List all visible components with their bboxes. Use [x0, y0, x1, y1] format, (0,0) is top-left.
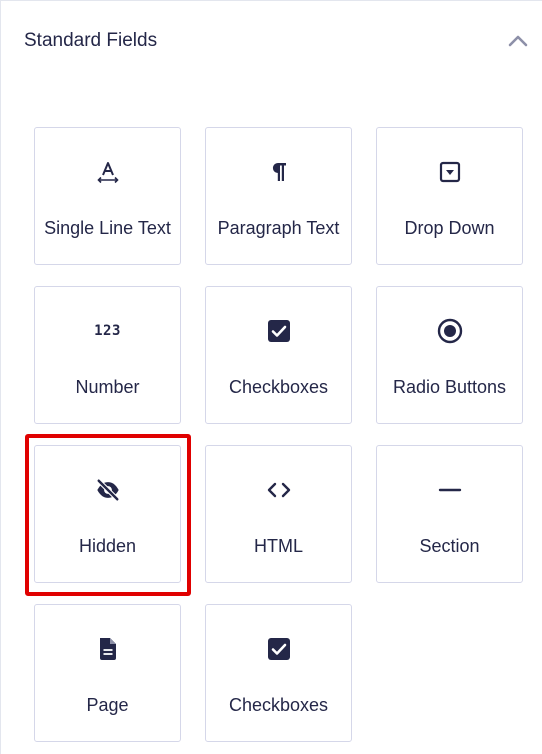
text-cursor-icon [95, 159, 121, 185]
field-label: Drop Down [404, 218, 495, 238]
paragraph-icon [266, 159, 292, 185]
code-icon [266, 477, 292, 503]
field-drop-down-button[interactable]: Drop Down [376, 127, 523, 265]
chevron-up-icon [508, 35, 528, 47]
field-paragraph-text-button[interactable]: Paragraph Text [205, 127, 352, 265]
checkbox-icon [266, 636, 292, 662]
field-label: Page [86, 695, 129, 715]
field-checkboxes-button[interactable]: Checkboxes [205, 286, 352, 424]
radio-icon [437, 318, 463, 344]
field-label: Hidden [78, 536, 137, 556]
field-number-button[interactable]: 123 Number [34, 286, 181, 424]
number-icon: 123 [94, 323, 121, 339]
eye-slash-icon [95, 477, 121, 503]
field-label: Checkboxes [228, 377, 329, 397]
field-label: Checkboxes [228, 695, 329, 715]
panel-title: Standard Fields [24, 30, 158, 51]
panel-header[interactable]: Standard Fields [1, 1, 541, 83]
field-checkboxes-button[interactable]: Checkboxes [205, 604, 352, 742]
dropdown-icon [437, 159, 463, 185]
field-section-button[interactable]: Section [376, 445, 523, 583]
standard-fields-panel: Standard Fields Single Line Text Paragra… [0, 0, 542, 754]
minus-icon [437, 477, 463, 503]
field-label: Section [419, 536, 480, 556]
field-html-button[interactable]: HTML [205, 445, 352, 583]
field-page-button[interactable]: Page [34, 604, 181, 742]
field-label: Radio Buttons [392, 377, 507, 397]
field-radio-buttons-button[interactable]: Radio Buttons [376, 286, 523, 424]
field-hidden-button[interactable]: Hidden [34, 445, 181, 583]
field-label: Single Line Text [44, 218, 171, 238]
field-label: Number [75, 377, 140, 397]
field-label: Paragraph Text [217, 218, 340, 238]
page-icon [95, 636, 121, 662]
field-label: HTML [254, 536, 303, 556]
checkbox-icon [266, 318, 292, 344]
collapse-toggle[interactable] [504, 29, 532, 53]
field-single-line-text-button[interactable]: Single Line Text [34, 127, 181, 265]
